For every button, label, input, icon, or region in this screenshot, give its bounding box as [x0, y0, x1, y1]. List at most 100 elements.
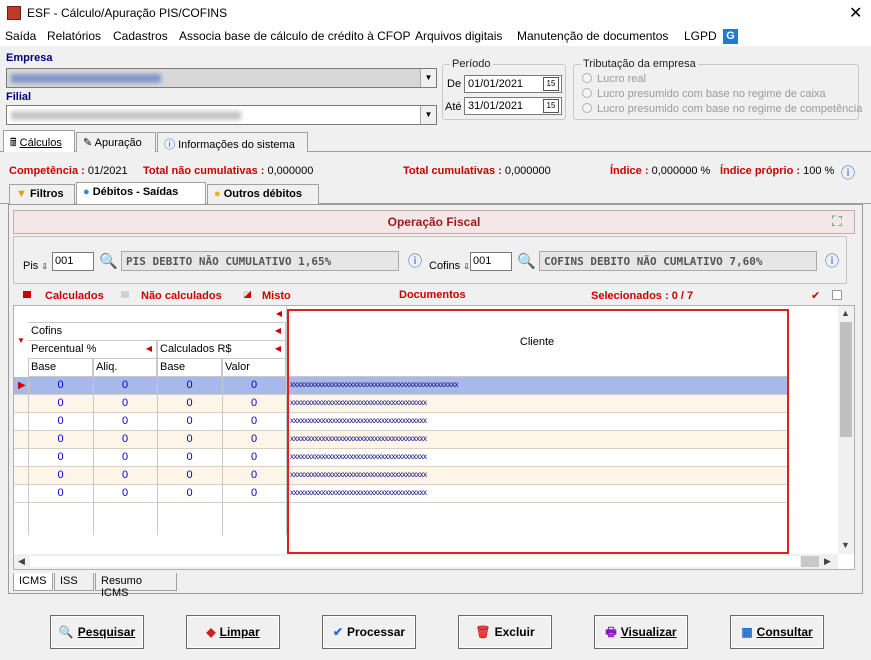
scrollbar-thumb[interactable] [840, 322, 852, 437]
eraser-icon: ◆ [206, 625, 216, 639]
tab-iss[interactable]: ISS [54, 573, 94, 591]
empresa-label: Empresa [6, 52, 53, 64]
tab-label: Filtros [29, 188, 64, 200]
col-divider [222, 359, 223, 535]
subtab-filtros[interactable]: ▼ Filtros [9, 184, 75, 204]
date-ate-value: 31/01/2021 [468, 100, 524, 112]
col-valor[interactable]: Valor [222, 359, 286, 377]
check-icon: ✔ [332, 625, 343, 639]
cliente-highlight-box [287, 309, 789, 554]
scrollbar-thumb[interactable] [801, 556, 819, 567]
menu-lgpd[interactable]: LGPD [684, 29, 717, 43]
subtab-outros-debitos[interactable]: ● Outros débitos [207, 184, 319, 204]
legend-misto: Misto [262, 290, 291, 302]
menu-saida[interactable]: Saída [5, 29, 36, 43]
cell-base-calc: 0 [186, 451, 193, 463]
trash-icon: 🗑 [475, 625, 491, 639]
pis-code-input[interactable]: 001 [52, 252, 94, 271]
cell-base: 0 [57, 451, 64, 463]
tab-apuracao[interactable]: ✎ Apuração [76, 132, 156, 152]
cell-base: 0 [57, 397, 64, 409]
expand-down-icon[interactable]: ▼ [17, 336, 25, 345]
chevron-down-icon[interactable]: ▼ [420, 106, 436, 124]
pen-icon: ✎ [83, 137, 93, 149]
total-nao-cumulativas: Total não cumulativas : 0,000000 [143, 165, 314, 177]
triangle-icon: ◀ [274, 344, 281, 353]
radio-icon [582, 73, 592, 83]
radio-lucro-real[interactable]: Lucro real [582, 73, 646, 85]
bullet-icon: ● [214, 188, 221, 200]
scroll-left-icon[interactable]: ◀ [18, 556, 25, 567]
excluir-button[interactable]: 🗑 Excluir [458, 615, 552, 649]
filial-select[interactable]: ▼ [6, 105, 437, 125]
cell-base-calc: 0 [186, 397, 193, 409]
scroll-down-icon[interactable]: ▼ [841, 540, 850, 550]
col-divider [157, 341, 158, 535]
tab-icms[interactable]: ICMS [13, 573, 53, 591]
radio-label: Lucro real [597, 73, 646, 85]
info-icon[interactable]: ⓘ [841, 163, 855, 183]
col-base[interactable]: Base [28, 359, 93, 377]
radio-presumido-competencia[interactable]: Lucro presumido com base no regime de co… [582, 103, 862, 115]
header-percentual: Percentual % ◀ [28, 341, 157, 359]
search-icon[interactable]: 🔍 [517, 252, 536, 270]
cofins-code-input[interactable]: 001 [470, 252, 512, 271]
tab-calculos[interactable]: 🖩 Cálculos [3, 130, 75, 152]
chevron-down-icon[interactable]: ▼ [420, 69, 436, 87]
row-indicator-icon: ▶ [18, 380, 26, 391]
info-icon[interactable]: ⓘ [408, 251, 422, 271]
filial-label: Filial [6, 91, 32, 103]
tab-resumo-icms[interactable]: Resumo ICMS [95, 573, 177, 599]
subtab-debitos-saidas[interactable]: ● Débitos - Saídas [76, 182, 206, 204]
calendar-icon[interactable]: 15 [543, 77, 559, 91]
pesquisar-button[interactable]: 🔍 Pesquisar [50, 615, 144, 649]
expand-icon[interactable]: ⛶ [832, 213, 842, 230]
lgpd-icon[interactable]: G [723, 29, 738, 44]
menu-arquivos-digitais[interactable]: Arquivos digitais [415, 29, 502, 43]
empresa-select[interactable]: ▼ [6, 68, 437, 88]
search-icon[interactable]: 🔍 [99, 252, 118, 270]
close-icon[interactable]: ✕ [849, 3, 862, 23]
radio-presumido-caixa[interactable]: Lucro presumido com base no regime de ca… [582, 88, 826, 100]
calculados-marker [23, 291, 31, 298]
vertical-scrollbar[interactable]: ▲ ▼ [838, 306, 854, 554]
limpar-button[interactable]: ◆ Limpar [186, 615, 280, 649]
date-de-input[interactable]: 01/01/2021 15 [464, 75, 562, 93]
uncheck-all-checkbox[interactable] [832, 290, 842, 300]
radio-icon [582, 103, 592, 113]
visualizar-button[interactable]: 🖶 Visualizar [594, 615, 688, 649]
tab-label: Débitos - Saídas [92, 186, 179, 198]
button-label: Limpar [219, 625, 260, 639]
header-calculados: Calculados R$ ◀ [157, 341, 286, 359]
menu-bar: Saída Relatórios Cadastros Associa base … [0, 26, 871, 46]
check-all-icon[interactable]: ✔ [811, 289, 820, 302]
menu-associa-base[interactable]: Associa base de cálculo de crédito à CFO… [179, 29, 410, 43]
calendar-icon[interactable]: 15 [543, 99, 559, 113]
documents-grid: ◀ Cofins ◀ ▼ Percentual % ◀ Calculados R$ ◀… [13, 305, 855, 570]
col-aliq[interactable]: Aliq. [93, 359, 157, 377]
consultar-button[interactable]: ▦ Consultar [730, 615, 824, 649]
filial-value-redacted [11, 111, 241, 120]
menu-manutencao-documentos[interactable]: Manutenção de documentos [517, 29, 668, 43]
scrollbar-track [30, 556, 800, 567]
tab-informacoes[interactable]: ⓘ Informações do sistema [157, 132, 308, 152]
processar-button[interactable]: ✔ Processar [322, 615, 416, 649]
cell-base-calc: 0 [186, 433, 193, 445]
scroll-up-icon[interactable]: ▲ [841, 308, 850, 318]
triangle-icon: ◀ [145, 344, 152, 353]
title-bar: ESF - Cálculo/Apuração PIS/COFINS ✕ [0, 0, 871, 26]
legend-nao-calculados: Não calculados [141, 290, 222, 302]
menu-relatorios[interactable]: Relatórios [47, 29, 101, 43]
pis-description: PIS DEBITO NÃO CUMULATIVO 1,65% [121, 251, 399, 271]
indice-proprio: Índice próprio : 100 % [720, 165, 835, 177]
tab-label: Informações do sistema [178, 139, 295, 151]
horizontal-scrollbar[interactable]: ◀ ▶ [14, 554, 838, 569]
info-icon[interactable]: ⓘ [825, 251, 839, 271]
scroll-right-icon[interactable]: ▶ [824, 556, 831, 567]
menu-cadastros[interactable]: Cadastros [113, 29, 168, 43]
date-ate-input[interactable]: 31/01/2021 15 [464, 97, 562, 115]
cell-valor: 0 [250, 451, 258, 463]
col-base-calc[interactable]: Base [157, 359, 222, 377]
total-cumulativas: Total cumulativas : 0,000000 [403, 165, 551, 177]
button-label: Excluir [494, 625, 535, 639]
